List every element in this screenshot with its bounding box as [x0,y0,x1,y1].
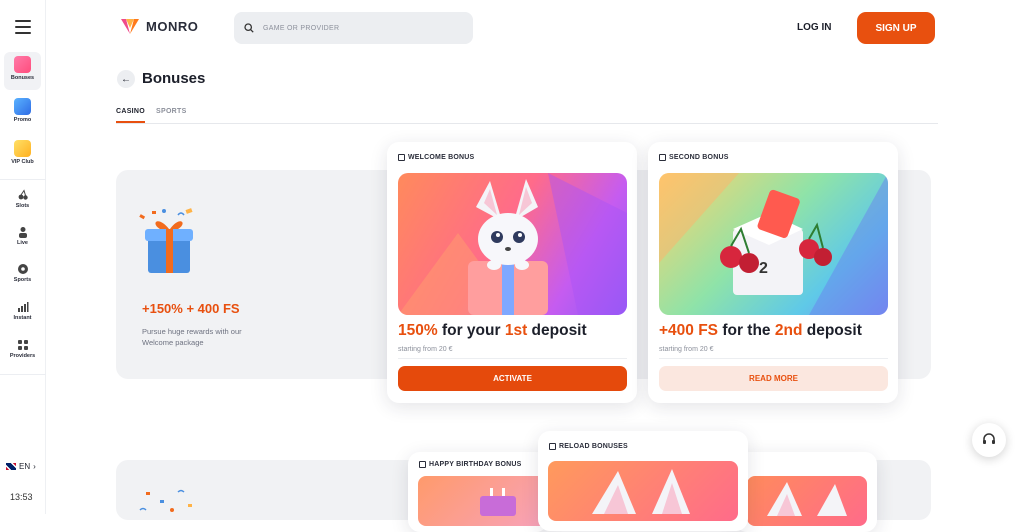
sidebar-item-label: Instant [13,315,32,321]
language-label: EN [19,462,31,471]
sidebar-item-label: Bonuses [10,75,35,81]
page-title: Bonuses [142,70,206,87]
sidebar-item-label: Live [16,240,28,246]
welcome-bonus-title: 150% for your 1st deposit [398,322,587,340]
fox-ears-illustration [767,482,847,516]
card-label: SECOND BONUS [659,154,729,161]
gift-icon [549,443,556,450]
slot-box-illustration: 2 [659,173,888,315]
tabs-divider [116,123,938,124]
card-label-text: RELOAD BONUSES [559,443,628,450]
brand-logo[interactable]: MONRO [120,16,198,36]
sidebar-divider [0,179,46,180]
gift-icon [398,154,405,161]
search-placeholder: GAME OR PROVIDER [263,24,340,32]
menu-icon[interactable] [15,20,31,34]
card-label-text: SECOND BONUS [669,154,729,161]
fox-ears-illustration [592,469,690,514]
deposit-ordinal: 2nd [774,322,803,339]
sidebar-item-label: Promo [13,117,32,123]
title-text: for the [718,322,775,339]
sidebar-item-slots[interactable]: Slots [4,184,41,222]
tab-sports[interactable]: SPORTS [156,108,187,115]
dealer-icon [18,227,27,238]
sidebar-item-label: VIP Club [11,159,34,165]
monro-logo-icon [121,19,139,34]
reload-bonus-card: RELOAD BONUSES [538,431,748,531]
fox-mascot-illustration [398,173,627,315]
headset-icon [983,433,995,444]
card-label: WELCOME BONUS [398,154,474,161]
signup-button[interactable]: SIGN UP [857,12,935,44]
support-chat-button[interactable] [972,423,1006,457]
welcome-bonus-card: WELCOME BONUS 150% for your 1st deposit … [387,142,637,403]
megaphone-icon [14,98,31,115]
ball-icon [17,264,28,274]
chart-icon [17,302,28,312]
sidebar-item-label: Sports [13,277,32,283]
sidebar-item-live[interactable]: Live [4,221,41,259]
sidebar-item-label: Providers [9,353,36,359]
brand-name: MONRO [146,18,199,34]
login-button[interactable]: LOG IN [797,22,831,33]
sidebar-item-promo[interactable]: Promo [4,94,41,132]
back-button[interactable]: ← [117,70,135,88]
arrow-left-icon: ← [121,73,131,85]
confetti-icon [139,489,192,512]
grid-icon [17,340,28,350]
cherry-icon [18,189,28,200]
title-text: deposit [527,322,587,339]
bonus-amount: +400 FS [659,322,719,339]
reload-bonus-image [548,461,738,521]
gift-icon [419,461,426,468]
card-divider [659,358,888,359]
gift-icon [14,56,31,73]
gift-icon [659,154,666,161]
bonus-amount: 150% [398,322,438,339]
card-label-text: HAPPY BIRTHDAY BONUS [429,461,522,468]
card-label-text: WELCOME BONUS [408,154,475,161]
deposit-ordinal: 1st [504,322,528,339]
language-selector[interactable]: EN › [6,462,36,471]
bonus-card-partial [735,452,877,532]
read-more-button[interactable]: READ MORE [659,366,888,391]
sidebar-item-providers[interactable]: Providers [4,334,41,372]
sidebar: Bonuses Promo VIP Club Slots Live Sports… [0,0,46,514]
crown-icon [14,140,31,157]
title-text: deposit [802,322,862,339]
sidebar-item-label: Slots [15,203,30,209]
title-text: for your [437,322,505,339]
clock: 13:53 [10,492,33,502]
search-icon [244,23,254,33]
card-divider [398,358,627,359]
sidebar-item-sports[interactable]: Sports [4,258,41,296]
chevron-right-icon: › [33,462,36,471]
birthday-cake-illustration [480,488,516,516]
birthday-bonus-card: HAPPY BIRTHDAY BONUS [408,452,558,532]
svg-text:2: 2 [759,260,768,277]
second-bonus-image: 2 [659,173,888,315]
card-label: HAPPY BIRTHDAY BONUS [419,461,522,468]
fox-mascot-image [747,476,867,526]
sidebar-item-vip[interactable]: VIP Club [4,136,41,174]
second-bonus-min-deposit: starting from 20 € [659,346,714,353]
sidebar-item-instant[interactable]: Instant [4,296,41,334]
activate-button[interactable]: ACTIVATE [398,366,627,391]
welcome-package-description: Pursue huge rewards with our Welcome pac… [142,327,242,347]
welcome-bonus-image [398,173,627,315]
second-bonus-card: SECOND BONUS 2 +400 FS for the 2nd depos… [648,142,898,403]
tab-casino[interactable]: CASINO [116,108,145,115]
sidebar-item-bonuses[interactable]: Bonuses [4,52,41,90]
welcome-package-title: +150% + 400 FS [142,301,240,316]
sidebar-divider [0,374,46,375]
birthday-bonus-image [418,476,558,526]
card-label: RELOAD BONUSES [549,443,628,450]
gift-box-icon [139,208,193,273]
uk-flag-icon [6,463,16,470]
welcome-bonus-min-deposit: starting from 20 € [398,346,453,353]
search-input[interactable]: GAME OR PROVIDER [234,12,473,44]
second-bonus-title: +400 FS for the 2nd deposit [659,322,862,340]
